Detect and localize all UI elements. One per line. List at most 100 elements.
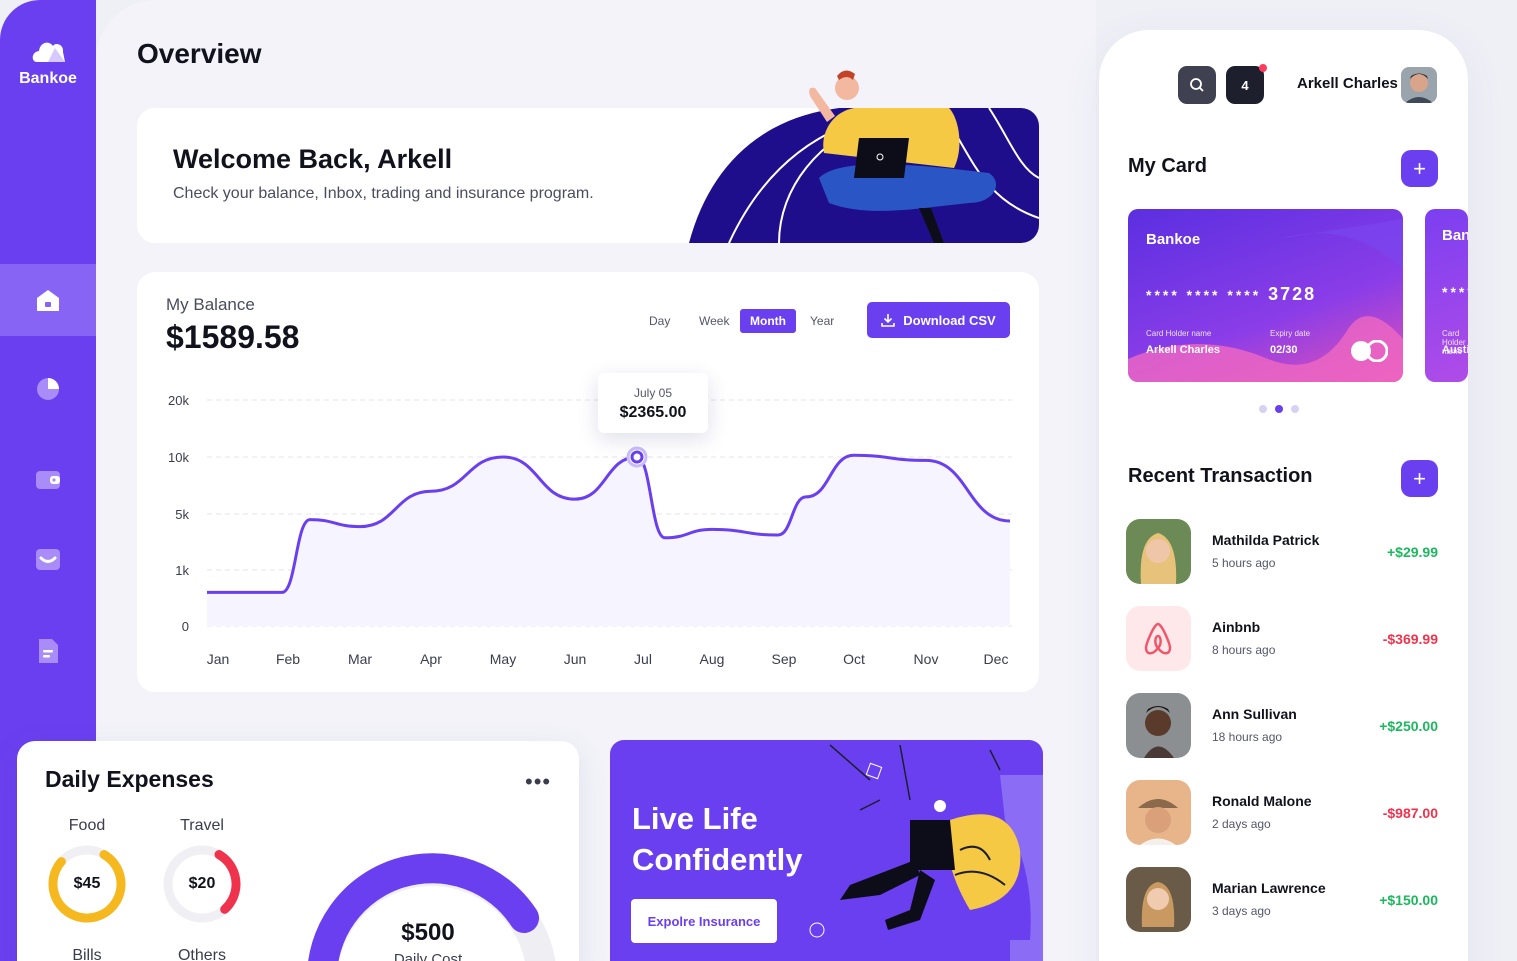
transaction-name: Marian Lawrence bbox=[1212, 880, 1326, 896]
x-tick-label: Mar bbox=[348, 651, 372, 667]
notifications-button[interactable]: 4 bbox=[1226, 64, 1267, 104]
line-area bbox=[207, 455, 1010, 626]
y-tick-label: 1k bbox=[175, 563, 189, 578]
x-tick-label: Jan bbox=[207, 651, 230, 667]
x-tick-label: Jun bbox=[564, 651, 587, 667]
card-brand: Bankoe bbox=[1146, 231, 1201, 248]
card-network-icon bbox=[1351, 340, 1388, 362]
person-head-illustration bbox=[809, 70, 859, 122]
pagination-dot[interactable] bbox=[1291, 405, 1299, 413]
page-title: Overview bbox=[137, 38, 262, 69]
balance-card: My Balance $1589.58 Day Week Month Year … bbox=[137, 272, 1039, 692]
document-icon bbox=[39, 639, 58, 663]
transaction-amount: -$987.00 bbox=[1382, 805, 1438, 821]
card2-brand: Bankoe bbox=[1442, 227, 1468, 244]
x-tick-label: Apr bbox=[420, 651, 442, 667]
x-tick-label: Jul bbox=[634, 651, 652, 667]
notification-count: 4 bbox=[1241, 77, 1249, 93]
y-tick-label: 10k bbox=[168, 450, 189, 465]
card-expiry: 02/30 bbox=[1270, 344, 1298, 356]
card2-holder-name: Austin Hammo bbox=[1442, 344, 1468, 356]
airbnb-logo-icon bbox=[1126, 606, 1191, 671]
user-avatar[interactable] bbox=[1401, 67, 1437, 103]
transaction-amount: +$150.00 bbox=[1379, 892, 1438, 908]
notification-dot bbox=[1259, 64, 1267, 72]
bank-card-secondary[interactable]: Bankoe **** ** Card Holder name Austin H… bbox=[1425, 209, 1468, 382]
insurance-title: Live Life Confidently bbox=[632, 801, 803, 877]
add-transaction-button[interactable]: + bbox=[1401, 460, 1438, 497]
y-tick-label: 0 bbox=[182, 619, 189, 634]
card-pagination[interactable] bbox=[1259, 405, 1299, 413]
daily-expenses-card: Daily Expenses ••• Food Travel Bills Oth… bbox=[17, 741, 579, 961]
balance-line-chart: 20k 10k 5k 1k 0 Jan Feb Mar Apr May Jun Jul Aug Sep Oc… bbox=[168, 393, 1012, 667]
daily-cost-label: Daily Cost bbox=[393, 951, 463, 961]
bank-card-primary[interactable]: Bankoe **** **** **** 3728 Card Holder n… bbox=[1128, 209, 1403, 382]
insurance-banner: Live Life Confidently Expolre Insurance bbox=[610, 740, 1043, 961]
transaction-item[interactable]: Marian Lawrence 3 days ago +$150.00 bbox=[1126, 867, 1438, 933]
nav-documents[interactable] bbox=[0, 615, 96, 687]
x-tick-label: Oct bbox=[843, 651, 865, 667]
x-tick-label: Aug bbox=[700, 651, 725, 667]
expense-label-others: Others bbox=[177, 947, 226, 961]
search-icon bbox=[1190, 78, 1204, 92]
add-card-button[interactable]: + bbox=[1401, 150, 1438, 187]
welcome-card: Welcome Back, Arkell Check your balance,… bbox=[137, 108, 1039, 243]
nav-analytics[interactable] bbox=[0, 352, 96, 424]
transaction-item[interactable]: Mathilda Patrick 5 hours ago +$29.99 bbox=[1126, 519, 1438, 585]
tooltip-value: $2365.00 bbox=[619, 404, 687, 421]
transaction-avatar bbox=[1126, 693, 1191, 758]
expense-label-bills: Bills bbox=[72, 947, 102, 961]
pagination-dot-active[interactable] bbox=[1275, 405, 1283, 413]
transaction-avatar bbox=[1126, 867, 1191, 932]
right-panel: 4 Arkell Charles My Card + Bankoe **** *… bbox=[1099, 30, 1468, 961]
inbox-icon bbox=[36, 549, 60, 570]
expense-label-food: Food bbox=[68, 817, 106, 834]
welcome-title: Welcome Back, Arkell bbox=[173, 144, 453, 174]
user-name[interactable]: Arkell Charles bbox=[1297, 75, 1398, 92]
card-holder-name: Arkell Charles bbox=[1146, 344, 1220, 356]
explore-insurance-button[interactable]: Expolre Insurance bbox=[631, 899, 777, 943]
transaction-item[interactable]: Ainbnb 8 hours ago -$369.99 bbox=[1126, 606, 1438, 672]
card-number: **** **** **** 3728 bbox=[1146, 284, 1316, 305]
transaction-name: Mathilda Patrick bbox=[1212, 532, 1320, 548]
transaction-amount: -$369.99 bbox=[1382, 631, 1438, 647]
search-button[interactable] bbox=[1178, 66, 1216, 104]
nav-home[interactable] bbox=[0, 264, 96, 336]
daily-expenses-title: Daily Expenses bbox=[45, 766, 214, 792]
transaction-time: 5 hours ago bbox=[1212, 556, 1276, 570]
tooltip-date: July 05 bbox=[633, 386, 673, 400]
chart-tooltip: July 05 $2365.00 bbox=[598, 373, 708, 433]
cloud-logo-icon bbox=[32, 42, 65, 62]
transaction-time: 18 hours ago bbox=[1212, 730, 1283, 744]
recent-transaction-title: Recent Transaction bbox=[1128, 465, 1313, 487]
card-holder-label: Card Holder name bbox=[1146, 329, 1212, 338]
travel-value: $20 bbox=[188, 875, 216, 892]
nav-inbox[interactable] bbox=[0, 523, 96, 595]
y-tick-label: 5k bbox=[175, 507, 189, 522]
transaction-name: Ainbnb bbox=[1212, 619, 1261, 635]
transaction-avatar bbox=[1126, 519, 1191, 584]
card-expiry-label: Expiry date bbox=[1270, 329, 1311, 338]
more-options-button[interactable]: ••• bbox=[525, 769, 551, 795]
x-tick-label: Sep bbox=[772, 651, 797, 667]
card-last4: 3728 bbox=[1268, 284, 1317, 304]
my-card-title: My Card bbox=[1128, 155, 1207, 177]
card2-number: **** ** bbox=[1442, 284, 1468, 300]
nav-wallet[interactable] bbox=[0, 443, 96, 515]
transaction-time: 3 days ago bbox=[1212, 904, 1271, 918]
welcome-subtitle: Check your balance, Inbox, trading and i… bbox=[173, 185, 594, 202]
brand-logo[interactable]: Bankoe bbox=[0, 38, 96, 88]
transaction-time: 8 hours ago bbox=[1212, 643, 1276, 657]
card-number-masked: **** **** **** bbox=[1146, 287, 1262, 303]
transaction-time: 2 days ago bbox=[1212, 817, 1271, 831]
transaction-item[interactable]: Ann Sullivan 18 hours ago +$250.00 bbox=[1126, 693, 1438, 759]
pagination-dot[interactable] bbox=[1259, 405, 1267, 413]
food-value: $45 bbox=[73, 875, 101, 892]
transaction-avatar bbox=[1126, 780, 1191, 845]
x-tick-label: Feb bbox=[276, 651, 300, 667]
daily-cost-value: $500 bbox=[401, 919, 455, 946]
home-icon bbox=[37, 290, 59, 311]
pie-chart-icon bbox=[37, 378, 59, 400]
transaction-item[interactable]: Ronald Malone 2 days ago -$987.00 bbox=[1126, 780, 1438, 846]
x-tick-label: Dec bbox=[984, 651, 1009, 667]
